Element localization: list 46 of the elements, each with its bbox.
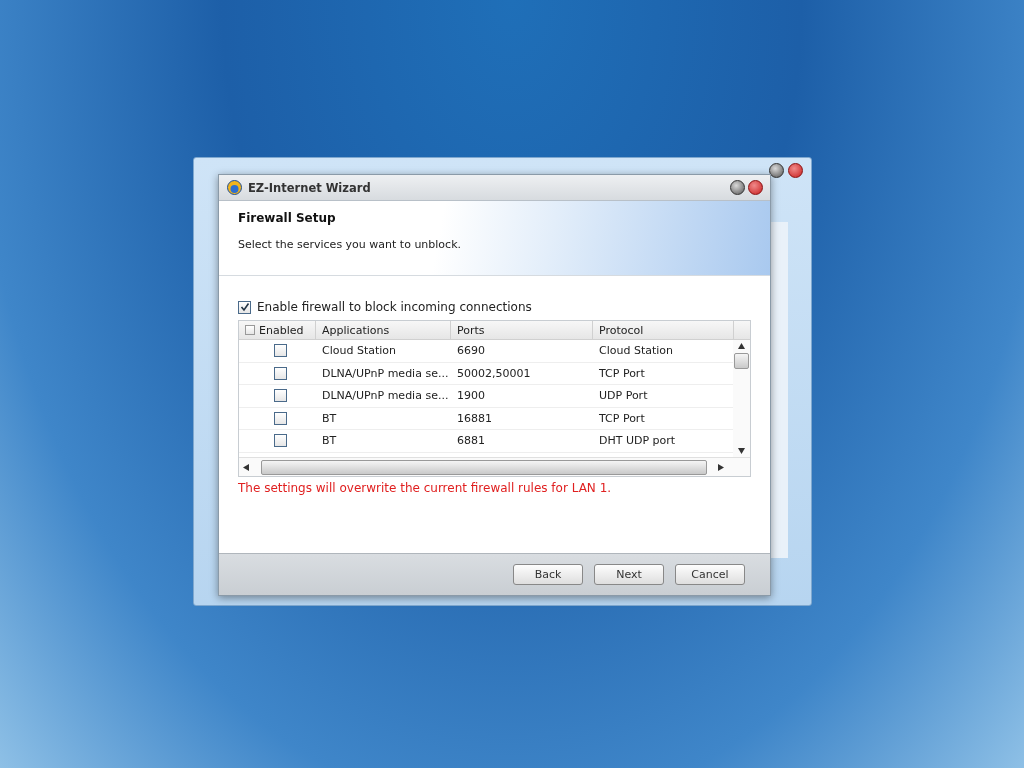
- scroll-left-arrow-icon[interactable]: [243, 463, 249, 471]
- scroll-right-arrow-icon[interactable]: [718, 463, 724, 471]
- table-cell-text: 16881: [456, 410, 493, 427]
- scrollbar-thumb[interactable]: [261, 459, 707, 475]
- table-cell-text: DLNA/UPnP media se...: [321, 365, 450, 382]
- table-cell-text: TCP Port: [598, 410, 646, 427]
- table-cell-text: 6881: [456, 433, 486, 450]
- table-cell-text: Cloud Station: [598, 343, 675, 360]
- row-checkbox[interactable]: [274, 344, 287, 358]
- close-button[interactable]: [748, 180, 763, 195]
- dialog-button[interactable]: Next: [594, 564, 664, 585]
- table-cell-text: BT: [321, 410, 338, 427]
- select-all-checkbox[interactable]: [245, 325, 255, 335]
- scroll-down-arrow-icon[interactable]: [738, 448, 745, 454]
- minimize-button[interactable]: [730, 180, 745, 195]
- table-cell-text: 6690: [456, 343, 486, 360]
- firewall-checkbox-label: Enable firewall to block incoming connections: [257, 300, 532, 314]
- dialog-button[interactable]: Cancel: [675, 564, 745, 585]
- firewall-checkbox[interactable]: [238, 300, 251, 314]
- section-title: Firewall Setup: [238, 211, 337, 225]
- wizard-logo-icon: [227, 180, 242, 195]
- section-description: Select the services you want to unblock.: [238, 238, 462, 251]
- table-cell-text: DHT UDP port: [598, 433, 677, 450]
- table-cell-text: 50002,50001: [456, 365, 532, 382]
- row-checkbox[interactable]: [274, 389, 287, 403]
- table-cell-text: BT: [321, 433, 338, 450]
- column-header[interactable]: Applications: [316, 321, 451, 339]
- window-title: EZ-Internet Wizard: [248, 180, 371, 195]
- dialog-button[interactable]: Back: [513, 564, 583, 585]
- column-header[interactable]: Enabled: [239, 321, 316, 339]
- column-header[interactable]: Protocol: [593, 321, 734, 339]
- scroll-up-arrow-icon[interactable]: [738, 343, 745, 349]
- column-header[interactable]: Ports: [451, 321, 593, 339]
- table-cell-text: UDP Port: [598, 388, 649, 405]
- row-checkbox[interactable]: [274, 434, 287, 448]
- horizontal-scrollbar[interactable]: [239, 457, 750, 476]
- row-checkbox[interactable]: [274, 411, 287, 425]
- row-checkbox[interactable]: [274, 366, 287, 380]
- vertical-scrollbar[interactable]: [733, 340, 750, 457]
- column-header-label: Enabled: [259, 323, 304, 337]
- table-cell-text: DLNA/UPnP media se...: [321, 388, 450, 405]
- table-cell-text: 1900: [456, 388, 486, 405]
- warning-message: The settings will overwrite the current firewall rules for LAN 1.: [238, 481, 613, 495]
- table-cell-text: TCP Port: [598, 365, 646, 382]
- scrollbar-thumb[interactable]: [734, 353, 749, 369]
- table-cell-text: Cloud Station: [321, 343, 398, 360]
